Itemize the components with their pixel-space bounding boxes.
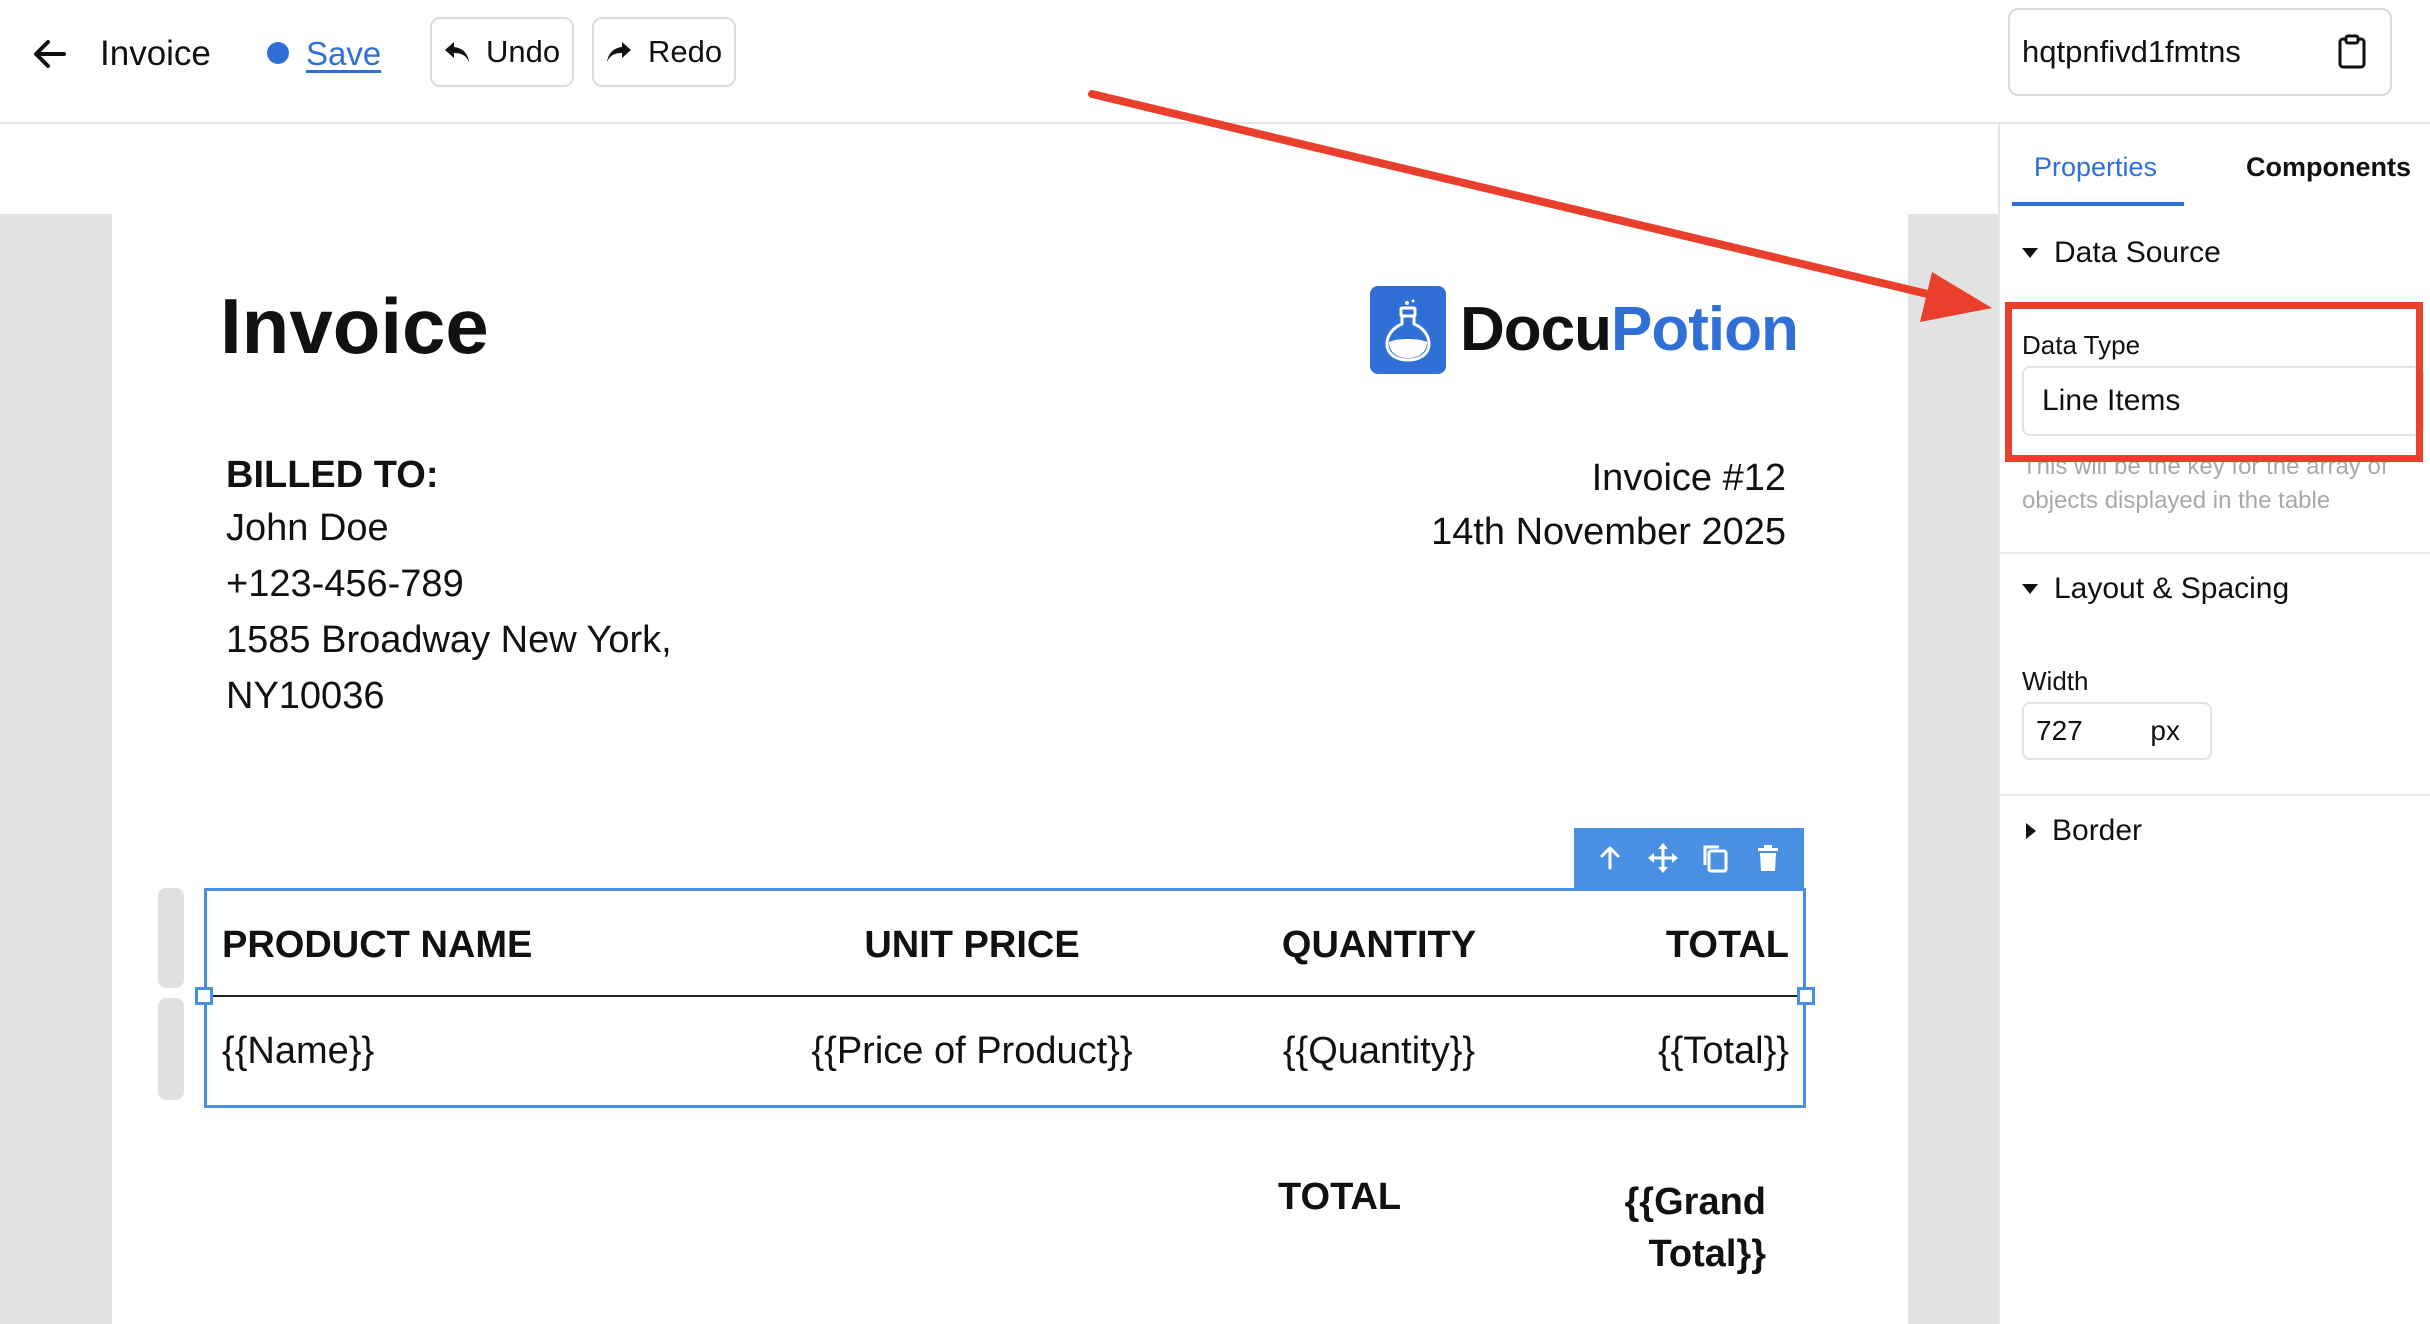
- undo-icon: [442, 34, 472, 70]
- header-quantity[interactable]: QUANTITY: [1269, 921, 1489, 969]
- logo-wordmark: DocuPotion: [1460, 299, 1799, 361]
- resize-handle-right[interactable]: [1797, 987, 1815, 1005]
- document-id-text: hqtpnfivd1fmtns: [2022, 34, 2241, 69]
- table-row: {{Name}} {{Price of Product}} {{Quantity…: [207, 997, 1803, 1105]
- redo-label: Redo: [648, 34, 723, 69]
- billed-to-name[interactable]: John Doe: [226, 502, 389, 554]
- unsaved-indicator-dot: [267, 42, 289, 64]
- data-type-help: This will be the key for the array of ob…: [2022, 453, 2388, 514]
- section-layout-title: Layout & Spacing: [2054, 572, 2290, 605]
- row-drag-handle-header[interactable]: [158, 888, 184, 988]
- document-title: Invoice: [100, 34, 211, 73]
- back-button[interactable]: [26, 30, 74, 78]
- canvas-gutter-left: [0, 214, 112, 1324]
- line-items-table[interactable]: PRODUCT NAME UNIT PRICE QUANTITY TOTAL {…: [195, 888, 1815, 1108]
- cell-name[interactable]: {{Name}}: [222, 1027, 374, 1075]
- header-total[interactable]: TOTAL: [1666, 921, 1789, 969]
- undo-label: Undo: [486, 34, 561, 69]
- cell-quantity[interactable]: {{Quantity}}: [1269, 1027, 1489, 1075]
- section-layout-spacing[interactable]: Layout & Spacing: [2016, 572, 2289, 606]
- panel-tabs: Properties Components: [2000, 124, 2430, 210]
- potion-flask-icon: [1370, 286, 1446, 374]
- data-type-value: Line Items: [2042, 384, 2181, 417]
- section-divider: [2000, 552, 2430, 554]
- header-unit-price[interactable]: UNIT PRICE: [847, 921, 1097, 969]
- arrow-left-icon: [34, 40, 66, 68]
- total-label[interactable]: TOTAL: [1278, 1176, 1401, 1219]
- width-unit: px: [2150, 715, 2180, 746]
- save-link[interactable]: Save: [306, 30, 381, 78]
- logo-text-potion: Potion: [1611, 295, 1799, 364]
- caret-right-icon: [2026, 823, 2036, 839]
- section-divider: [2000, 794, 2430, 796]
- element-toolbar: [1574, 828, 1804, 888]
- redo-icon: [604, 34, 634, 70]
- width-input[interactable]: 727 px: [2022, 702, 2212, 760]
- arrow-up-icon[interactable]: [1590, 838, 1630, 878]
- invoice-date[interactable]: 14th November 2025: [1431, 506, 1786, 558]
- redo-button[interactable]: Redo: [592, 17, 736, 87]
- invoice-page[interactable]: Invoice DocuPotion BILLED TO: John Doe +…: [112, 214, 1908, 1324]
- duplicate-icon[interactable]: [1695, 838, 1735, 878]
- resize-handle-left[interactable]: [195, 987, 213, 1005]
- canvas-gutter-right: [1908, 214, 1998, 1324]
- active-tab-indicator: [2012, 202, 2184, 206]
- row-drag-handle-body[interactable]: [158, 998, 184, 1100]
- grand-total-line2: Total}}: [1648, 1233, 1766, 1275]
- clipboard-icon[interactable]: [2330, 30, 2374, 74]
- move-icon[interactable]: [1643, 838, 1683, 878]
- grand-total-value[interactable]: {{Grand Total}}: [1526, 1176, 1766, 1280]
- section-data-source[interactable]: Data Source: [2016, 236, 2221, 270]
- logo-text-docu: Docu: [1460, 295, 1612, 364]
- table-header-row: PRODUCT NAME UNIT PRICE QUANTITY TOTAL: [207, 891, 1803, 997]
- caret-down-icon: [2022, 248, 2038, 258]
- header-product-name[interactable]: PRODUCT NAME: [222, 921, 532, 969]
- section-border[interactable]: Border: [2016, 814, 2142, 848]
- caret-down-icon: [2022, 584, 2038, 594]
- cell-price[interactable]: {{Price of Product}}: [767, 1027, 1177, 1075]
- width-label: Width: [2022, 666, 2089, 696]
- section-border-title: Border: [2052, 814, 2143, 847]
- invoice-heading[interactable]: Invoice: [220, 283, 489, 370]
- billed-to-address-line2[interactable]: NY10036: [226, 670, 384, 722]
- tab-components[interactable]: Components: [2246, 152, 2411, 183]
- cell-total[interactable]: {{Total}}: [1658, 1027, 1789, 1075]
- invoice-number[interactable]: Invoice #12: [1592, 452, 1786, 504]
- editor-canvas: Invoice DocuPotion BILLED TO: John Doe +…: [0, 126, 1998, 1324]
- undo-button[interactable]: Undo: [430, 17, 574, 87]
- top-bar: Invoice Save Undo Redo hqtpnfivd1fmtns: [0, 0, 2430, 124]
- data-type-label: Data Type: [2022, 330, 2141, 360]
- trash-icon[interactable]: [1748, 838, 1788, 878]
- docupotion-logo[interactable]: DocuPotion: [1370, 286, 1799, 374]
- billed-to-label[interactable]: BILLED TO:: [226, 454, 439, 497]
- width-value: 727: [2036, 715, 2083, 746]
- properties-panel: Properties Components Data Source Data T…: [1998, 124, 2430, 1324]
- tab-properties[interactable]: Properties: [2034, 152, 2157, 183]
- section-data-source-title: Data Source: [2054, 236, 2221, 269]
- data-type-select[interactable]: Line Items: [2022, 366, 2424, 436]
- billed-to-phone[interactable]: +123-456-789: [226, 558, 464, 610]
- billed-to-address-line1[interactable]: 1585 Broadway New York,: [226, 614, 672, 666]
- document-id-field[interactable]: hqtpnfivd1fmtns: [2008, 8, 2392, 96]
- grand-total-line1: {{Grand: [1624, 1181, 1766, 1223]
